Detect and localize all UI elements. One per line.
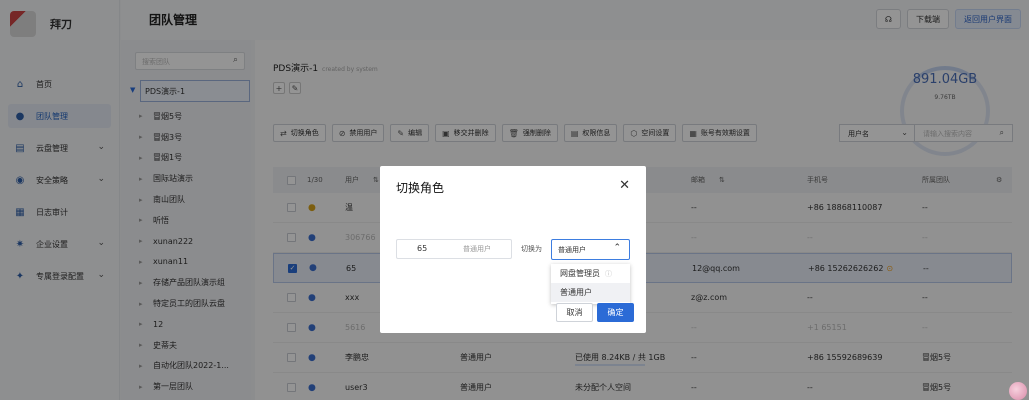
assistant-avatar[interactable] bbox=[1009, 382, 1027, 400]
chevron-up-icon: ⌃ bbox=[613, 243, 621, 253]
target-user-name: 65 bbox=[417, 244, 428, 253]
switch-role-dialog: 切换角色 ✕ 65 普通用户 切换为 普通用户 ⌃ 网盘管理员 ⓘ 普通用户 取… bbox=[380, 166, 646, 333]
close-icon[interactable]: ✕ bbox=[619, 178, 630, 193]
option-label: 网盘管理员 bbox=[560, 269, 600, 278]
target-user-box: 65 普通用户 bbox=[396, 239, 512, 259]
role-select[interactable]: 普通用户 ⌃ bbox=[551, 239, 630, 260]
role-dropdown: 网盘管理员 ⓘ 普通用户 bbox=[551, 264, 630, 304]
role-option-normal-user[interactable]: 普通用户 bbox=[551, 283, 630, 302]
dialog-title: 切换角色 bbox=[396, 181, 445, 195]
confirm-button[interactable]: 确定 bbox=[597, 303, 634, 322]
option-label: 普通用户 bbox=[560, 288, 592, 297]
switch-to-label: 切换为 bbox=[521, 245, 542, 253]
dialog-actions: 取消 确定 bbox=[556, 303, 634, 322]
role-option-disk-admin[interactable]: 网盘管理员 ⓘ bbox=[551, 264, 630, 283]
target-user-role: 普通用户 bbox=[463, 245, 491, 253]
info-icon: ⓘ bbox=[605, 269, 612, 278]
cancel-button[interactable]: 取消 bbox=[556, 303, 593, 322]
role-select-value: 普通用户 bbox=[558, 246, 586, 254]
